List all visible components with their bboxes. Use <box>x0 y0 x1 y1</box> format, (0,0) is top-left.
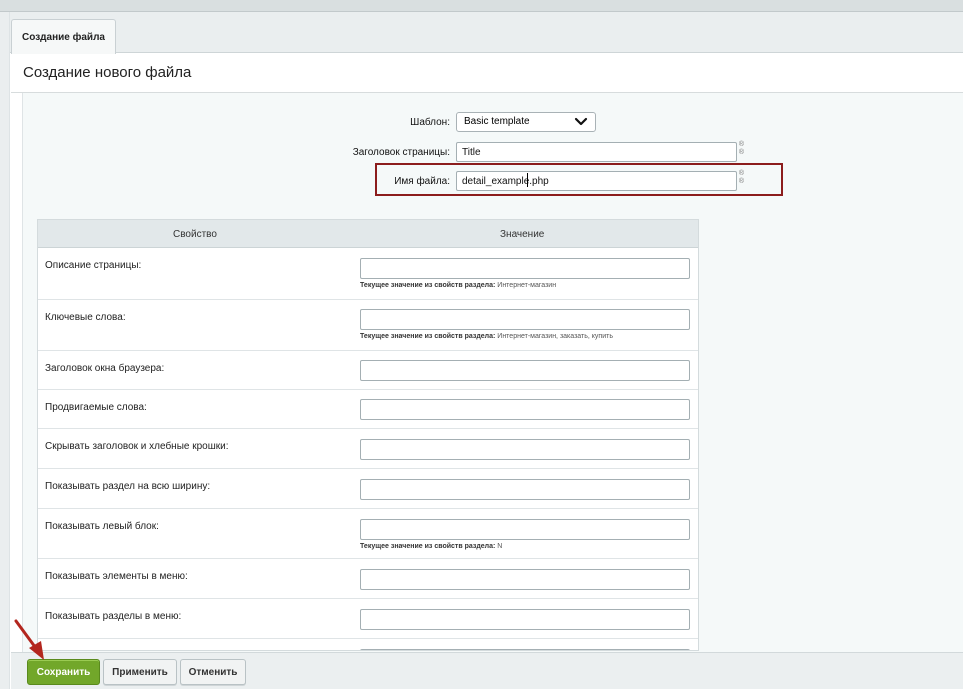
property-label: Показывать разделы в меню: <box>45 611 182 622</box>
property-value-input[interactable] <box>360 399 690 420</box>
text-cursor <box>527 173 528 187</box>
table-row: Описание страницы: Текущее значение из с… <box>38 248 698 300</box>
table-row: Продвигаемые слова: <box>38 390 698 429</box>
table-row: Скрывать заголовок и хлебные крошки: <box>38 429 698 469</box>
property-value-input[interactable] <box>360 479 690 500</box>
property-label: Скрывать заголовок и хлебные крошки: <box>45 441 229 452</box>
template-select-value: Basic template <box>464 116 530 127</box>
property-label: Описание страницы: <box>45 260 142 271</box>
table-row: Показывать левый блок: Текущее значение … <box>38 509 698 559</box>
column-header-property: Свойство <box>173 229 217 240</box>
table-row: Ключевые слова: Текущее значение из свой… <box>38 300 698 351</box>
template-label: Шаблон: <box>410 117 450 128</box>
table-row: Показывать раздел на всю ширину: <box>38 469 698 509</box>
table-row: Показывать элементы в меню: <box>38 559 698 599</box>
template-select[interactable]: Basic template <box>456 112 596 132</box>
table-row: Показывать разделы в меню: <box>38 599 698 639</box>
red-arrow-icon <box>14 619 44 660</box>
property-value-input[interactable] <box>360 519 690 540</box>
property-value-input[interactable] <box>360 258 690 279</box>
property-value-input[interactable] <box>360 649 690 650</box>
table-row: Заголовок окна браузера: <box>38 351 698 390</box>
page-title-label: Заголовок страницы: <box>352 147 450 158</box>
property-label: Заголовок окна браузера: <box>45 363 165 374</box>
property-value-input[interactable] <box>360 309 690 330</box>
apply-button[interactable]: Применить <box>103 659 177 685</box>
cancel-button[interactable]: Отменить <box>180 659 246 685</box>
property-value-input[interactable] <box>360 569 690 590</box>
inherited-value-note: Текущее значение из свойств раздела: Инт… <box>360 282 557 289</box>
property-label: Показывать раздел на всю ширину: <box>45 481 211 492</box>
inherited-value-note: Текущее значение из свойств раздела: N <box>360 543 503 550</box>
property-label: Ключевые слова: <box>45 312 126 323</box>
property-value-input[interactable] <box>360 439 690 460</box>
tab-create-file[interactable]: Создание файла <box>11 19 116 54</box>
inherited-value-note: Текущее значение из свойств раздела: Инт… <box>360 333 613 340</box>
chevron-down-icon <box>574 117 588 126</box>
property-label: Продвигаемые слова: <box>45 402 147 413</box>
properties-table: Свойство Значение Описание страницы: Тек… <box>37 219 699 651</box>
table-row <box>38 639 698 650</box>
property-label: Показывать элементы в меню: <box>45 571 188 582</box>
property-value-input[interactable] <box>360 360 690 381</box>
page-title-input[interactable]: Title <box>456 142 737 162</box>
help-icon[interactable]: ® ® <box>738 170 745 188</box>
property-value-input[interactable] <box>360 609 690 630</box>
property-label: Показывать левый блок: <box>45 521 159 532</box>
column-header-value: Значение <box>500 229 545 240</box>
top-bar <box>0 0 963 12</box>
filename-input[interactable]: detail_example.php <box>456 171 737 191</box>
page-title: Создание нового файла <box>23 64 192 81</box>
tabs-area <box>0 12 963 53</box>
left-rail <box>0 12 10 689</box>
filename-label: Имя файла: <box>394 176 450 187</box>
properties-header: Свойство Значение <box>38 220 698 248</box>
help-icon[interactable]: ® ® <box>738 141 745 159</box>
